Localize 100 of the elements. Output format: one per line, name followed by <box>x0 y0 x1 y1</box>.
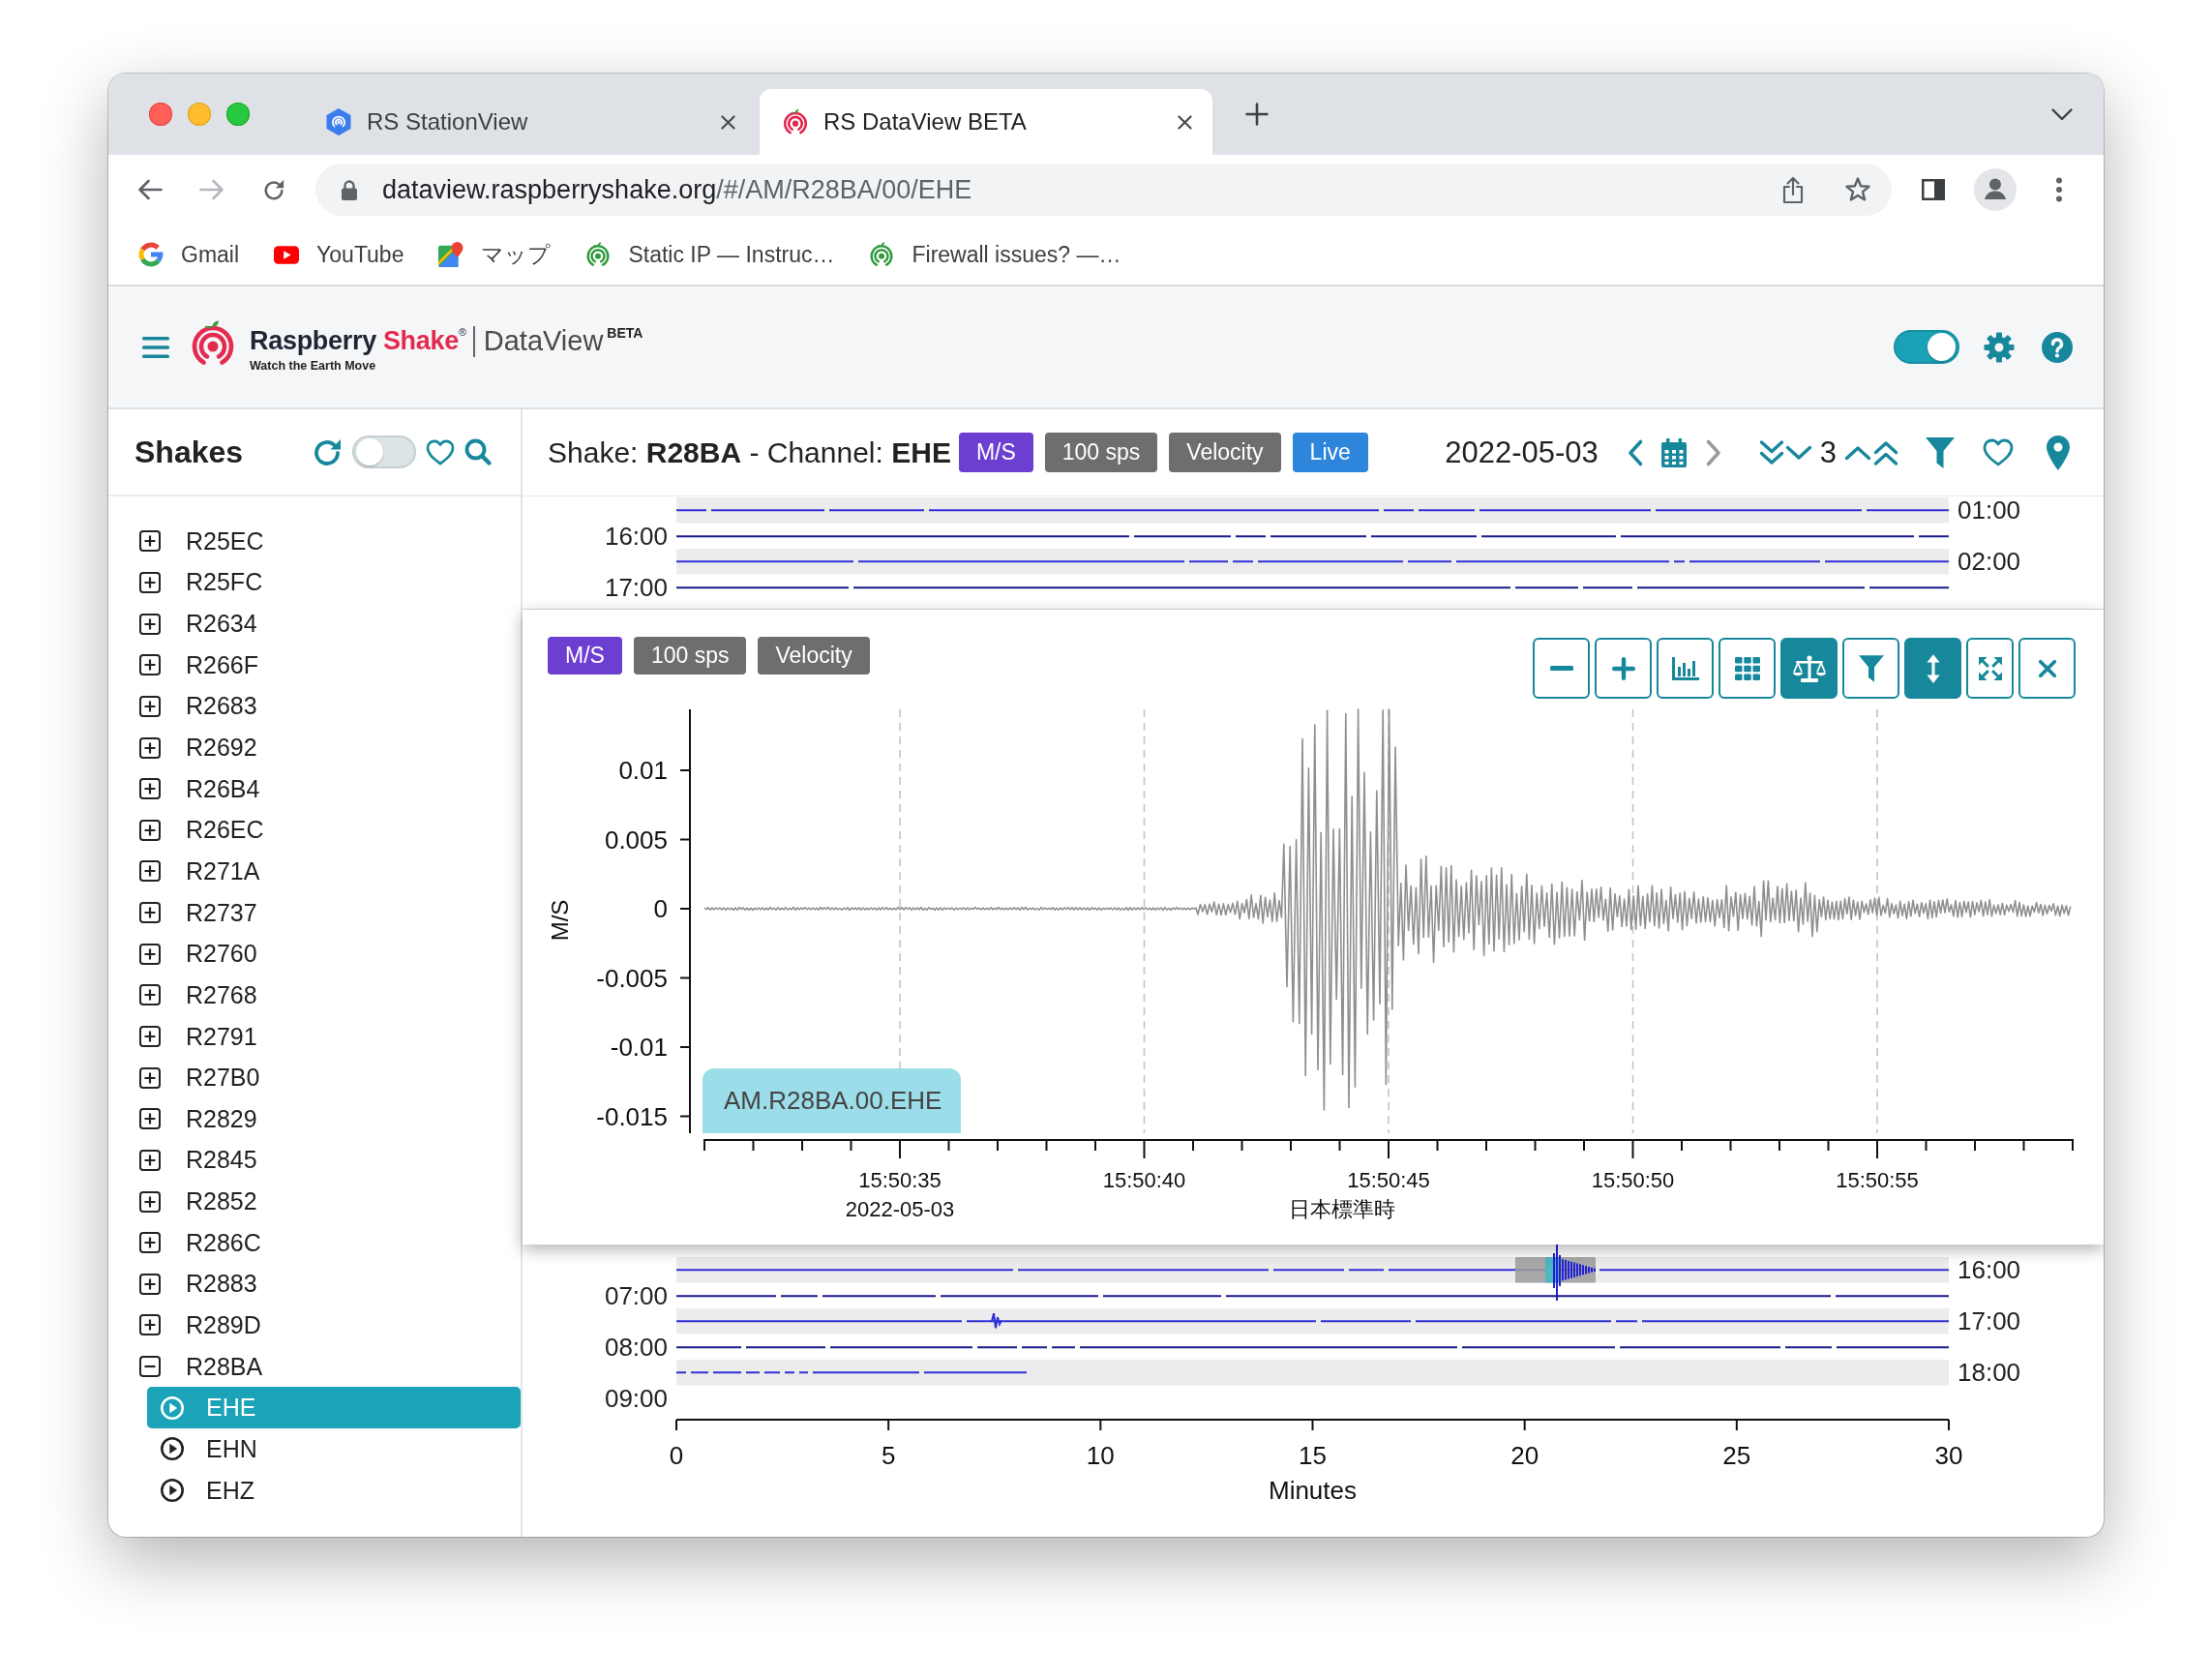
bar-chart-button[interactable] <box>1657 638 1714 699</box>
plus-square-icon[interactable] <box>139 819 161 841</box>
calendar-icon[interactable] <box>1659 437 1688 467</box>
plus-square-icon[interactable] <box>139 902 161 924</box>
plus-square-icon[interactable] <box>139 1149 161 1171</box>
side-panel-icon[interactable] <box>1922 179 1945 200</box>
bookmark-link[interactable]: Firewall issues? —… <box>869 241 1121 268</box>
station-label[interactable]: R2883 <box>186 1270 257 1299</box>
station-label[interactable]: R2852 <box>186 1187 257 1216</box>
chevron-down-icon[interactable] <box>2051 107 2073 121</box>
hour-count: 3 <box>1819 435 1837 470</box>
station-label[interactable]: R26B4 <box>186 774 260 803</box>
zoom-out-button[interactable] <box>1533 638 1590 699</box>
bookmark-link[interactable]: マップ <box>438 239 552 270</box>
station-label[interactable]: R27B0 <box>186 1064 260 1093</box>
reload-icon[interactable] <box>261 178 286 201</box>
axis-tick-label: 0 <box>669 1441 684 1470</box>
station-label[interactable]: R266F <box>186 650 259 679</box>
plus-square-icon[interactable] <box>139 1273 161 1295</box>
stretch-button[interactable] <box>1904 638 1961 699</box>
station-label[interactable]: R28BA <box>186 1352 263 1381</box>
station-label[interactable]: R25EC <box>186 526 264 555</box>
station-label[interactable]: R26EC <box>186 816 264 845</box>
address-field[interactable]: dataview.raspberryshake.org/#/AM/R28BA/00/EHE <box>315 164 1892 216</box>
browser-tab[interactable]: RS DataView BETA <box>760 89 1212 155</box>
vertical-arrows-icon <box>1926 653 1940 683</box>
plus-square-icon[interactable] <box>139 1232 161 1254</box>
station-label[interactable]: R2845 <box>186 1146 257 1175</box>
filter-button[interactable] <box>1842 638 1899 699</box>
heart-icon[interactable] <box>1983 438 2014 466</box>
filter-icon[interactable] <box>1926 436 1955 468</box>
close-button[interactable] <box>2018 638 2076 699</box>
plus-square-icon[interactable] <box>139 571 161 593</box>
bookmark-link[interactable]: Static IP — Instruc… <box>585 241 835 268</box>
product-name: DataView$^{BETA}$ <box>483 325 643 357</box>
toggle-switch[interactable] <box>1894 330 1959 364</box>
more-icon[interactable] <box>2055 177 2063 202</box>
station-label[interactable]: R2768 <box>186 980 257 1009</box>
plus-icon[interactable] <box>1245 103 1269 126</box>
time-label: 16:00 <box>603 523 668 549</box>
plus-square-icon[interactable] <box>139 1190 161 1213</box>
station-label[interactable]: R2760 <box>186 940 257 969</box>
plus-square-icon[interactable] <box>139 530 161 553</box>
bookmark-link[interactable]: Gmail <box>138 241 240 268</box>
play-icon <box>274 245 300 264</box>
bookmark-link[interactable]: YouTube <box>274 241 404 268</box>
browser-tab[interactable]: RS StationView <box>303 89 756 155</box>
plus-square-icon[interactable] <box>139 1026 161 1047</box>
plus-square-icon[interactable] <box>139 984 161 1006</box>
station-label[interactable]: R25FC <box>186 568 263 597</box>
refresh-icon[interactable] <box>314 437 343 466</box>
toggle-switch[interactable] <box>352 435 416 468</box>
plus-square-icon[interactable] <box>139 943 161 965</box>
channel-item[interactable]: EHN <box>147 1428 521 1470</box>
plus-square-icon[interactable] <box>139 654 161 676</box>
station-label[interactable]: R2791 <box>186 1022 257 1051</box>
station-label[interactable]: R271A <box>186 856 260 885</box>
plus-square-icon[interactable] <box>139 736 161 759</box>
menu-icon[interactable] <box>142 335 169 359</box>
station-label[interactable]: R2829 <box>186 1104 257 1133</box>
share-icon[interactable] <box>1782 176 1804 203</box>
lock-icon[interactable] <box>342 179 357 200</box>
station-label[interactable]: R2634 <box>186 610 257 639</box>
close-icon[interactable] <box>721 114 735 130</box>
grid-button[interactable] <box>1719 638 1776 699</box>
plus-square-icon[interactable] <box>139 1108 161 1130</box>
station-label[interactable]: R289D <box>186 1311 261 1339</box>
arrow-left-icon[interactable] <box>137 178 163 201</box>
station-label[interactable]: R2683 <box>186 692 257 721</box>
plus-square-icon[interactable] <box>139 695 161 717</box>
station-label[interactable]: R2737 <box>186 898 257 927</box>
double-chevron-up-icon[interactable] <box>1873 438 1898 466</box>
fullscreen-button[interactable] <box>1966 638 2014 699</box>
chevron-left-icon[interactable] <box>1627 438 1643 466</box>
chevron-up-icon[interactable] <box>1844 444 1871 461</box>
chevron-down-icon[interactable] <box>1784 444 1812 461</box>
plus-square-icon[interactable] <box>139 613 161 635</box>
plus-square-icon[interactable] <box>139 1314 161 1336</box>
plus-square-icon[interactable] <box>139 860 161 883</box>
station-label[interactable]: R2692 <box>186 734 257 762</box>
heart-icon[interactable] <box>426 438 455 465</box>
close-icon[interactable] <box>1178 114 1192 130</box>
viewer-title: Shake: R28BA - Channel: EHE <box>548 435 951 469</box>
settings-icon[interactable] <box>1984 331 2015 363</box>
balance-button[interactable] <box>1780 638 1838 699</box>
double-chevron-down-icon[interactable] <box>1758 438 1784 466</box>
window-close-icon[interactable] <box>149 103 172 126</box>
map-pin-icon[interactable] <box>2047 435 2070 470</box>
timezone-label: 日本標準時 <box>1289 1197 1395 1221</box>
zoom-in-button[interactable] <box>1595 638 1652 699</box>
plus-square-icon[interactable] <box>139 1066 161 1089</box>
person-icon[interactable] <box>1974 168 2017 211</box>
search-icon[interactable] <box>464 438 492 465</box>
help-icon[interactable] <box>2042 331 2073 363</box>
station-label[interactable]: R286C <box>186 1228 261 1257</box>
star-icon[interactable] <box>1844 177 1871 202</box>
minus-square-icon[interactable] <box>139 1356 161 1378</box>
plus-square-icon[interactable] <box>139 778 161 800</box>
axis-title: M/S <box>547 899 573 942</box>
channel-item[interactable]: EHZ <box>147 1469 521 1512</box>
